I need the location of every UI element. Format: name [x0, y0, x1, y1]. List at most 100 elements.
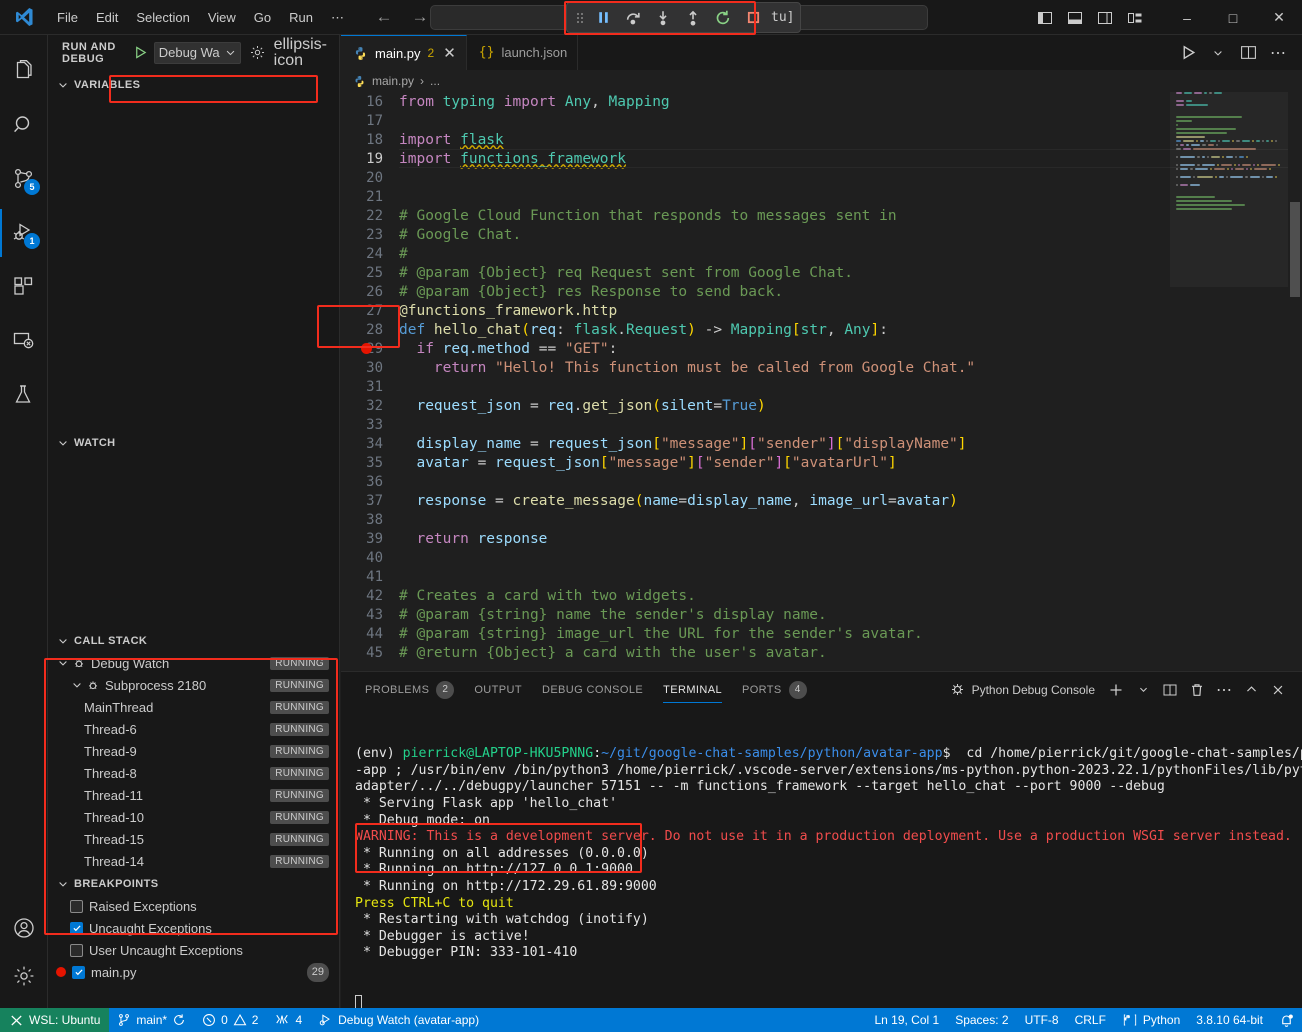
section-breakpoints[interactable]: BREAKPOINTS: [48, 873, 339, 895]
code-line[interactable]: 39 return response: [341, 529, 1302, 548]
manage-settings-button[interactable]: [0, 952, 48, 1000]
code-line[interactable]: 25# @param {Object} req Request sent fro…: [341, 263, 1302, 282]
line-number[interactable]: 17: [341, 113, 399, 129]
split-editor-button[interactable]: [1234, 35, 1262, 70]
debug-step-out-button[interactable]: [679, 5, 707, 31]
minimap-slider[interactable]: [1170, 92, 1288, 287]
breakpoint-checkbox[interactable]: [70, 900, 83, 913]
status-encoding[interactable]: UTF-8: [1017, 1008, 1067, 1032]
tab-debug-console[interactable]: DEBUG CONSOLE: [532, 672, 653, 707]
code-line[interactable]: 42# Creates a card with two widgets.: [341, 586, 1302, 605]
status-ports[interactable]: 4: [266, 1008, 310, 1032]
call-stack-row[interactable]: Thread-8RUNNING: [48, 762, 339, 784]
code-line[interactable]: 21: [341, 187, 1302, 206]
status-language-mode[interactable]: Python: [1114, 1008, 1188, 1032]
active-terminal-name[interactable]: Python Debug Console: [950, 682, 1095, 697]
split-terminal-button[interactable]: [1158, 676, 1182, 704]
code-line[interactable]: 19import functions_framework: [341, 149, 1302, 168]
code-line[interactable]: 29 if req.method == "GET":: [341, 339, 1302, 358]
call-stack-row[interactable]: MainThreadRUNNING: [48, 696, 339, 718]
customize-layout-icon[interactable]: [1120, 0, 1150, 35]
call-stack-row[interactable]: Subprocess 2180RUNNING: [48, 674, 339, 696]
go-back-icon[interactable]: ←: [375, 7, 393, 27]
code-line[interactable]: 34 display_name = request_json["message"…: [341, 434, 1302, 453]
debug-restart-button[interactable]: [709, 5, 737, 31]
sidebar-more-actions-icon[interactable]: ellipsis-icon: [270, 37, 331, 69]
status-remote-host[interactable]: WSL: Ubuntu: [0, 1008, 109, 1032]
line-number[interactable]: 16: [341, 94, 399, 110]
breakpoint-checkbox[interactable]: [70, 922, 83, 935]
close-panel-button[interactable]: [1266, 676, 1290, 704]
editor-more-actions-button[interactable]: ⋯: [1264, 35, 1292, 70]
run-python-file-button[interactable]: [1174, 35, 1202, 70]
line-number[interactable]: 25: [341, 265, 399, 281]
call-stack-row[interactable]: Debug WatchRUNNING: [48, 652, 339, 674]
toggle-secondary-sidebar-icon[interactable]: [1090, 0, 1120, 35]
code-line[interactable]: 33: [341, 415, 1302, 434]
breadcrumb-symbol[interactable]: ...: [430, 74, 440, 88]
line-number[interactable]: 18: [341, 132, 399, 148]
tab-launch-json[interactable]: {} launch.json: [467, 35, 578, 70]
status-eol[interactable]: CRLF: [1067, 1008, 1114, 1032]
tab-problems[interactable]: PROBLEMS 2: [355, 672, 464, 707]
menu-run[interactable]: Run: [280, 0, 322, 35]
menu-go[interactable]: Go: [245, 0, 280, 35]
terminal-dropdown-button[interactable]: [1131, 676, 1155, 704]
close-icon[interactable]: ✕: [443, 46, 456, 61]
breakpoint-row[interactable]: User Uncaught Exceptions: [48, 939, 339, 961]
panel-more-actions-button[interactable]: ⋯: [1212, 676, 1236, 704]
menu-more[interactable]: ⋯: [322, 0, 353, 35]
tab-main-py[interactable]: main.py 2 ✕: [341, 35, 467, 70]
start-debugging-icon[interactable]: [133, 45, 148, 60]
code-line[interactable]: 22# Google Cloud Function that responds …: [341, 206, 1302, 225]
line-number[interactable]: 40: [341, 550, 399, 566]
line-number[interactable]: 27: [341, 303, 399, 319]
chevron-down-icon[interactable]: [56, 657, 70, 669]
maximize-panel-button[interactable]: [1239, 676, 1263, 704]
line-number[interactable]: 22: [341, 208, 399, 224]
kill-terminal-button[interactable]: [1185, 676, 1209, 704]
call-stack-row[interactable]: Thread-11RUNNING: [48, 784, 339, 806]
breakpoint-checkbox[interactable]: [70, 944, 83, 957]
code-line[interactable]: 20: [341, 168, 1302, 187]
call-stack-row[interactable]: Thread-6RUNNING: [48, 718, 339, 740]
code-line[interactable]: 28def hello_chat(req: flask.Request) -> …: [341, 320, 1302, 339]
menu-file[interactable]: File: [48, 0, 87, 35]
line-number[interactable]: 23: [341, 227, 399, 243]
grip-handle-icon[interactable]: [573, 5, 587, 31]
breadcrumb-file[interactable]: main.py: [372, 74, 414, 88]
code-editor[interactable]: 16from typing import Any, Mapping1718imp…: [341, 92, 1302, 699]
tab-ports[interactable]: PORTS 4: [732, 672, 817, 707]
line-number[interactable]: 41: [341, 569, 399, 585]
line-number[interactable]: 44: [341, 626, 399, 642]
code-line[interactable]: 18import flask: [341, 130, 1302, 149]
status-indentation[interactable]: Spaces: 2: [947, 1008, 1016, 1032]
code-line[interactable]: 45# @return {Object} a card with the use…: [341, 643, 1302, 662]
line-number[interactable]: 32: [341, 398, 399, 414]
debug-pause-button[interactable]: [589, 5, 617, 31]
sidebar-item-run-and-debug[interactable]: 1: [0, 209, 48, 257]
line-number[interactable]: 45: [341, 645, 399, 661]
breakpoint-row[interactable]: main.py29: [48, 961, 339, 983]
code-line[interactable]: 24#: [341, 244, 1302, 263]
section-watch[interactable]: WATCH: [48, 432, 339, 454]
code-line[interactable]: 36: [341, 472, 1302, 491]
line-number[interactable]: 36: [341, 474, 399, 490]
open-launch-json-icon[interactable]: [249, 44, 266, 61]
menu-view[interactable]: View: [199, 0, 245, 35]
code-line[interactable]: 32 request_json = req.get_json(silent=Tr…: [341, 396, 1302, 415]
code-line[interactable]: 40: [341, 548, 1302, 567]
debug-step-over-button[interactable]: [619, 5, 647, 31]
status-cursor-position[interactable]: Ln 19, Col 1: [866, 1008, 947, 1032]
line-number[interactable]: 31: [341, 379, 399, 395]
call-stack-row[interactable]: Thread-9RUNNING: [48, 740, 339, 762]
line-number[interactable]: 19: [341, 151, 399, 167]
sidebar-item-extensions[interactable]: [0, 263, 48, 311]
code-line[interactable]: 30 return "Hello! This function must be …: [341, 358, 1302, 377]
line-number[interactable]: 28: [341, 322, 399, 338]
menu-edit[interactable]: Edit: [87, 0, 127, 35]
editor-scrollbar-thumb[interactable]: [1290, 202, 1300, 297]
line-number[interactable]: 26: [341, 284, 399, 300]
code-line[interactable]: 41: [341, 567, 1302, 586]
code-line[interactable]: 35 avatar = request_json["message"]["sen…: [341, 453, 1302, 472]
